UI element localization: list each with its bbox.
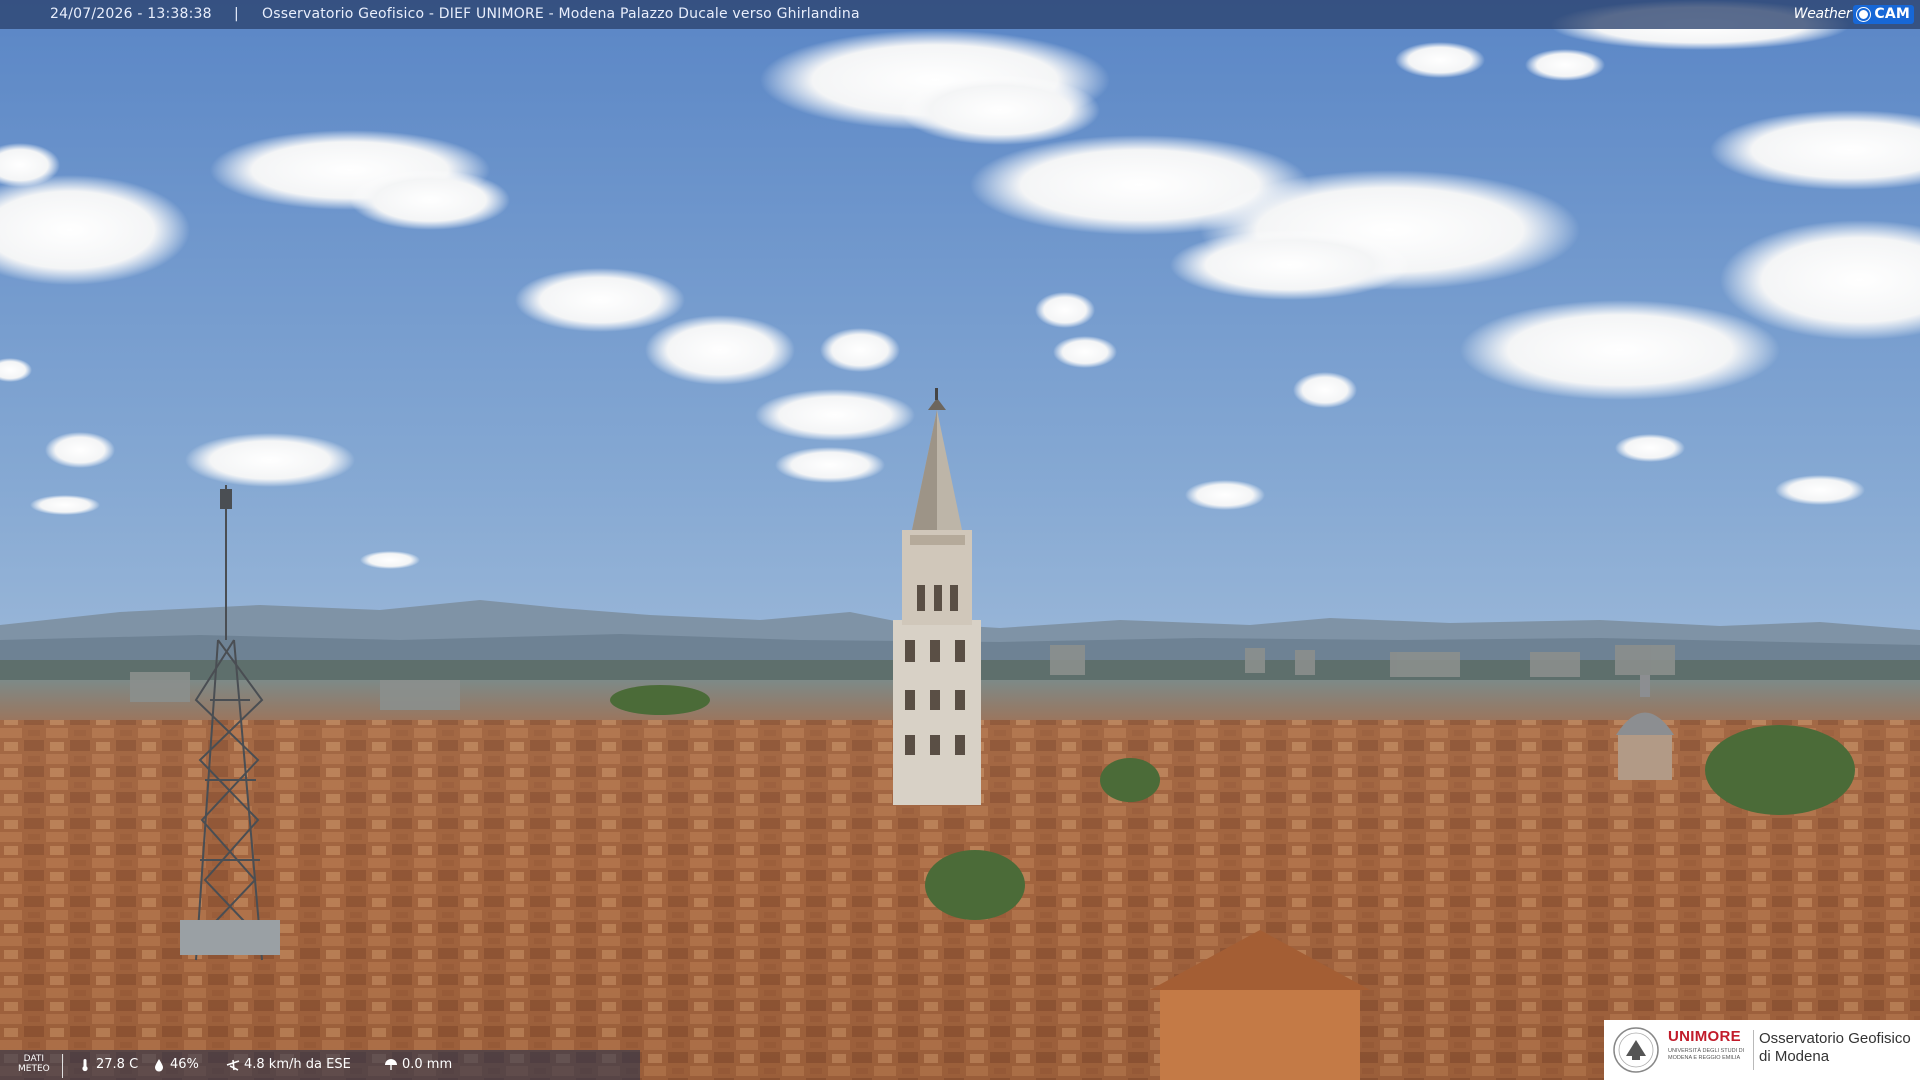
rain-umbrella-icon bbox=[385, 1058, 397, 1070]
dati-label-line2: METEO bbox=[18, 1064, 50, 1074]
observatory-line2: di Modena bbox=[1759, 1048, 1830, 1065]
thermometer-icon bbox=[82, 1058, 88, 1071]
observatory-name: Osservatorio Geofisico di Modena bbox=[1759, 1030, 1911, 1066]
humidity-reading: 46% bbox=[152, 1057, 199, 1072]
wind-value: 4.8 km/h da ESE bbox=[244, 1057, 351, 1072]
webcam-image bbox=[0, 0, 1920, 1080]
weathercam-cam-badge: CAM bbox=[1853, 5, 1914, 24]
dati-label-line1: DATI bbox=[23, 1054, 45, 1064]
unimore-subtext: UNIVERSITÀ DEGLI STUDI DI MODENA E REGGI… bbox=[1668, 1048, 1745, 1061]
camera-title: Osservatorio Geofisico - DIEF UNIMORE - … bbox=[262, 6, 860, 22]
header-separator: | bbox=[234, 6, 239, 22]
temperature-value: 27.8 C bbox=[96, 1057, 139, 1072]
temperature-reading: 27.8 C bbox=[78, 1057, 138, 1072]
humidity-drop-icon bbox=[155, 1058, 163, 1071]
wind-icon bbox=[226, 1059, 240, 1071]
rain-reading: 0.0 mm bbox=[384, 1057, 452, 1072]
timestamp: 24/07/2026 - 13:38:38 bbox=[50, 6, 212, 22]
wind-reading: 4.8 km/h da ESE bbox=[226, 1057, 351, 1072]
unimore-name: UNIMORE bbox=[1668, 1028, 1741, 1045]
weathercam-weather-text: Weather bbox=[1793, 6, 1852, 22]
camera-lens-icon bbox=[1857, 8, 1871, 21]
university-seal-icon bbox=[1613, 1027, 1659, 1073]
observatory-line1: Osservatorio Geofisico bbox=[1759, 1030, 1911, 1047]
weather-bar-divider bbox=[62, 1054, 63, 1078]
weathercam-logo: Weather CAM bbox=[1794, 4, 1914, 25]
rain-value: 0.0 mm bbox=[402, 1057, 453, 1072]
camera-header-bar: 24/07/2026 - 13:38:38 | Osservatorio Geo… bbox=[0, 0, 1920, 29]
humidity-value: 46% bbox=[170, 1057, 199, 1072]
dati-meteo-label: DATI METEO bbox=[18, 1054, 50, 1074]
weathercam-cam-text: CAM bbox=[1874, 6, 1910, 22]
logo-divider bbox=[1753, 1030, 1754, 1070]
weather-data-bar: DATI METEO 27.8 C 46% 4.8 km/h da ESE 0.… bbox=[0, 1050, 640, 1080]
unimore-logo: UNIMORE UNIVERSITÀ DEGLI STUDI DI MODENA… bbox=[1604, 1020, 1920, 1080]
